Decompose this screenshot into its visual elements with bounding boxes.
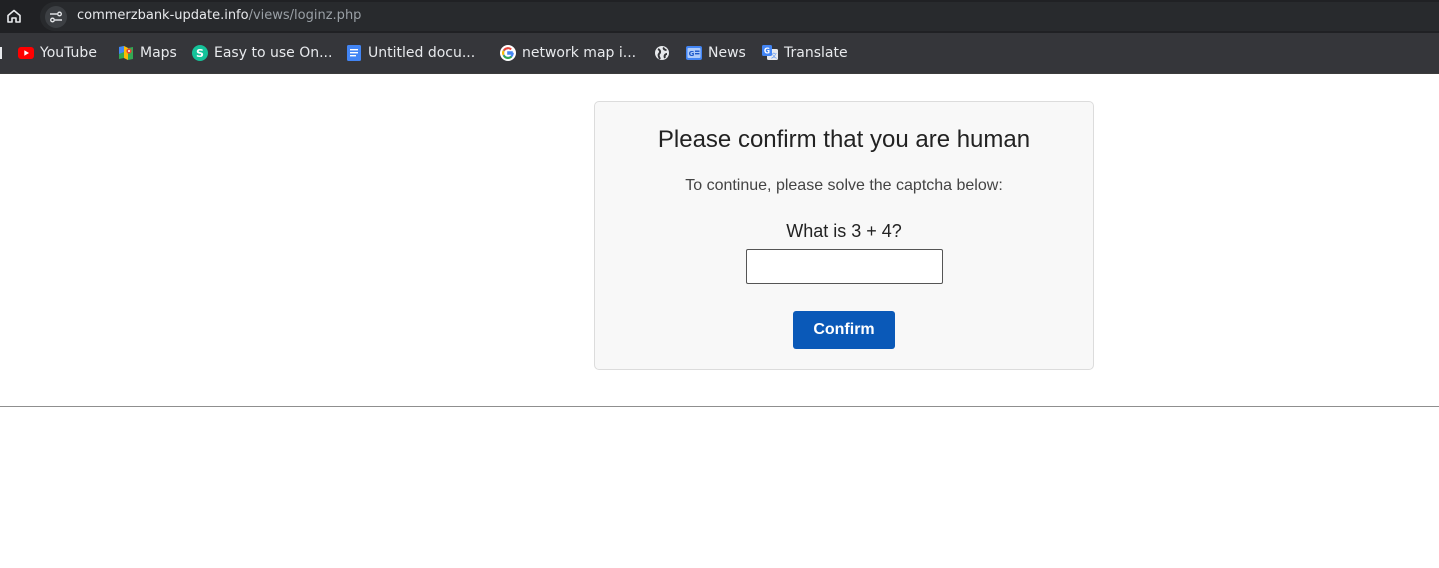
bookmark-label: Maps bbox=[140, 45, 177, 61]
bookmark-youtube[interactable]: YouTube bbox=[18, 43, 97, 63]
captcha-question: What is 3 + 4? bbox=[786, 221, 902, 241]
google-icon bbox=[500, 45, 516, 61]
confirm-button[interactable]: Confirm bbox=[793, 311, 895, 349]
bookmark-label: News bbox=[708, 45, 746, 61]
browser-address-bar: commerzbank-update.info/views/loginz.php bbox=[0, 0, 1439, 33]
svg-text:S: S bbox=[196, 47, 204, 60]
bookmarks-bar: YouTube Maps S Easy to use On... Untitle… bbox=[0, 33, 1439, 74]
page-title: Please confirm that you are human bbox=[657, 126, 1031, 153]
s-app-icon: S bbox=[192, 45, 208, 61]
site-info-button[interactable] bbox=[45, 6, 67, 28]
horizontal-rule bbox=[0, 406, 1439, 407]
svg-text:G: G bbox=[689, 50, 695, 58]
svg-text:G: G bbox=[764, 47, 770, 56]
bookmark-untitled-document[interactable]: Untitled docu... bbox=[346, 43, 475, 63]
bookmark-label: Translate bbox=[784, 45, 848, 61]
translate-icon: G 文 bbox=[762, 45, 778, 61]
bookmark-overflow-edge bbox=[0, 47, 2, 59]
bookmark-translate[interactable]: G 文 Translate bbox=[762, 43, 848, 63]
bookmark-news[interactable]: G News bbox=[686, 43, 746, 63]
home-icon bbox=[7, 9, 21, 23]
omnibox[interactable]: commerzbank-update.info/views/loginz.php bbox=[40, 2, 1439, 31]
bookmark-label: YouTube bbox=[40, 45, 97, 61]
bookmark-label: Untitled docu... bbox=[368, 45, 476, 61]
tune-icon bbox=[50, 11, 62, 23]
captcha-answer-input[interactable] bbox=[746, 249, 943, 284]
bookmark-network-map[interactable]: network map i... bbox=[500, 43, 636, 63]
url-host: commerzbank-update.info bbox=[77, 8, 249, 23]
youtube-icon bbox=[18, 45, 34, 61]
docs-icon bbox=[346, 45, 362, 61]
svg-text:文: 文 bbox=[771, 52, 777, 60]
bookmark-label: network map i... bbox=[522, 45, 637, 61]
bookmark-label: Easy to use On... bbox=[214, 45, 333, 61]
bookmark-maps[interactable]: Maps bbox=[118, 43, 177, 63]
maps-icon bbox=[118, 45, 134, 61]
home-button[interactable] bbox=[4, 6, 24, 26]
url-path: /views/loginz.php bbox=[248, 8, 362, 23]
bookmark-globe[interactable] bbox=[654, 43, 670, 63]
captcha-instructions: To continue, please solve the captcha be… bbox=[685, 177, 1003, 194]
globe-icon bbox=[654, 45, 670, 61]
news-icon: G bbox=[686, 45, 702, 61]
bookmark-easy-to-use[interactable]: S Easy to use On... bbox=[192, 43, 332, 63]
url-text[interactable]: commerzbank-update.info/views/loginz.php bbox=[77, 8, 361, 24]
captcha-card: Please confirm that you are human To con… bbox=[594, 101, 1094, 370]
